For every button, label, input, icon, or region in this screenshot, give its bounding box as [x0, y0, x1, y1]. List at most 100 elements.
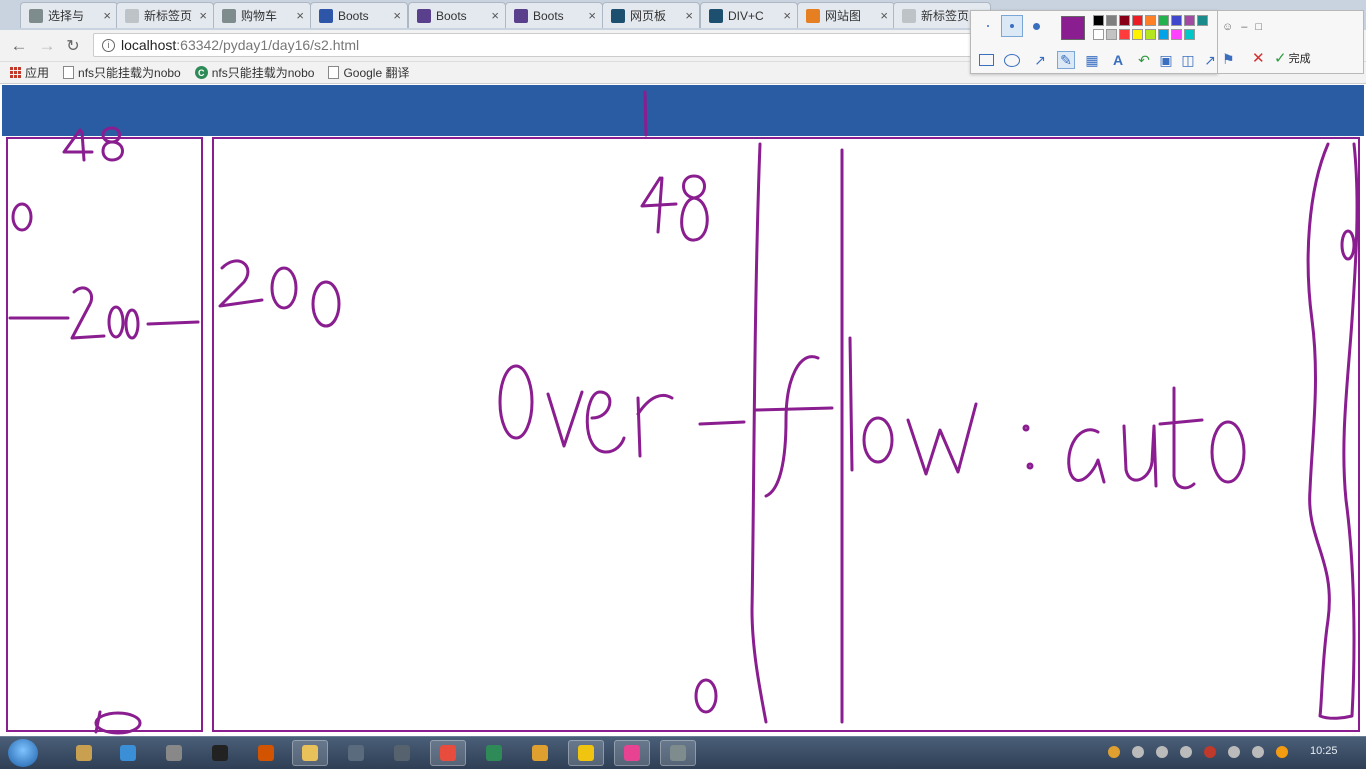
pen-tool-icon[interactable]: ✎: [1057, 51, 1075, 69]
pen-size-medium[interactable]: [1001, 15, 1023, 37]
color-swatch[interactable]: [1119, 29, 1130, 40]
taskbar-app[interactable]: [522, 740, 558, 766]
tray-keyboard-icon[interactable]: [1132, 746, 1144, 758]
undo-icon[interactable]: ↶: [1135, 51, 1153, 69]
network-icon[interactable]: [1252, 746, 1264, 758]
taskbar-app[interactable]: [430, 740, 466, 766]
bookmark-nfs-2[interactable]: C nfs只能挂载为nobo: [194, 64, 315, 81]
tab-title: 新标签页: [921, 9, 970, 23]
color-swatch[interactable]: [1171, 15, 1182, 26]
color-swatch[interactable]: [1132, 15, 1143, 26]
color-swatch[interactable]: [1158, 15, 1169, 26]
tray-flag-icon[interactable]: [1276, 746, 1288, 758]
volume-icon[interactable]: [1228, 746, 1240, 758]
tab-close-icon[interactable]: ×: [588, 8, 596, 23]
green-c-icon: C: [194, 66, 208, 79]
tab-close-icon[interactable]: ×: [393, 8, 401, 23]
browser-tab[interactable]: Boots ×: [408, 2, 506, 28]
pin-icon[interactable]: ⚑: [1222, 51, 1235, 68]
color-swatch[interactable]: [1132, 29, 1143, 40]
tab-close-icon[interactable]: ×: [199, 8, 207, 23]
save-icon[interactable]: ▣: [1157, 51, 1175, 69]
color-swatch[interactable]: [1171, 29, 1182, 40]
color-swatch[interactable]: [1184, 15, 1195, 26]
tab-title: 新标签页: [144, 9, 193, 23]
color-swatch[interactable]: [1106, 29, 1117, 40]
arrow-tool-icon[interactable]: ↗: [1031, 51, 1049, 69]
tab-close-icon[interactable]: ×: [783, 8, 791, 23]
color-swatch[interactable]: [1145, 15, 1156, 26]
taskbar-app[interactable]: [568, 740, 604, 766]
done-button[interactable]: ✓ 完成: [1274, 49, 1311, 67]
tray-lock-icon[interactable]: [1156, 746, 1168, 758]
bookmark-nfs-1[interactable]: nfs只能挂载为nobo: [63, 64, 181, 81]
ellipse-tool-icon[interactable]: [1003, 51, 1021, 69]
right-content-panel: [212, 137, 1360, 732]
tab-close-icon[interactable]: ×: [685, 8, 693, 23]
tab-title: 网页板: [630, 9, 667, 23]
settings-icon: [166, 745, 182, 761]
paw-icon: [319, 8, 333, 23]
cancel-x-icon[interactable]: ✕: [1252, 49, 1265, 67]
ide-icon: [611, 8, 625, 23]
browser-tab[interactable]: 网站图 ×: [797, 2, 895, 28]
start-button[interactable]: [8, 739, 38, 767]
taskbar-app[interactable]: [476, 740, 512, 766]
maximize-icon[interactable]: □: [1255, 21, 1262, 33]
minimize-icon[interactable]: –: [1241, 21, 1247, 33]
browser-tab[interactable]: Boots ×: [505, 2, 603, 28]
tab-close-icon[interactable]: ×: [296, 8, 304, 23]
text-tool-icon[interactable]: A: [1109, 51, 1127, 69]
bookmark-google-translate[interactable]: Google 翻译: [328, 64, 409, 81]
mosaic-tool-icon[interactable]: ▦: [1083, 51, 1101, 69]
share-icon[interactable]: ↗: [1201, 51, 1219, 69]
taskbar-app[interactable]: [660, 740, 696, 766]
browser-tab[interactable]: 购物车 ×: [213, 2, 311, 28]
taskbar-app[interactable]: [292, 740, 328, 766]
copy-icon[interactable]: ◫: [1179, 51, 1197, 69]
clock[interactable]: 10:25: [1310, 745, 1338, 757]
pen-size-large[interactable]: [1025, 15, 1047, 37]
pen-size-small[interactable]: [977, 15, 999, 37]
annotation-toolbar: ↗ ✎ ▦ A ↶ ▣ ◫ ↗: [970, 10, 1218, 74]
current-color-swatch[interactable]: [1061, 16, 1085, 40]
taskbar-app[interactable]: [110, 740, 146, 766]
color-swatch[interactable]: [1184, 29, 1195, 40]
taskbar-app[interactable]: [338, 740, 374, 766]
back-button[interactable]: ←: [8, 35, 30, 57]
apps-grid-icon: [10, 67, 21, 78]
tray-app-icon[interactable]: [1108, 746, 1120, 758]
color-swatch[interactable]: [1145, 29, 1156, 40]
reload-button[interactable]: ↻: [62, 35, 84, 57]
tray-antivirus-icon[interactable]: [1204, 746, 1216, 758]
tab-close-icon[interactable]: ×: [491, 8, 499, 23]
color-swatch[interactable]: [1106, 15, 1117, 26]
browser-tab[interactable]: 新标签页 ×: [116, 2, 214, 28]
forward-button[interactable]: →: [36, 35, 58, 57]
browser-tab[interactable]: DIV+C ×: [700, 2, 798, 28]
bootstrap-b-icon: [417, 8, 431, 23]
user-icon[interactable]: ☺: [1222, 21, 1233, 33]
bookmark-apps[interactable]: 应用: [10, 64, 49, 81]
color-swatch[interactable]: [1093, 29, 1104, 40]
taskbar-app[interactable]: [248, 740, 284, 766]
tray-tool-icon[interactable]: [1180, 746, 1192, 758]
taskbar-app[interactable]: [614, 740, 650, 766]
browser-tab[interactable]: 选择与 ×: [20, 2, 118, 28]
rectangle-tool-icon[interactable]: [977, 51, 995, 69]
bookmark-label: nfs只能挂载为nobo: [211, 66, 315, 80]
taskbar-app[interactable]: [66, 740, 102, 766]
taskbar-app[interactable]: [156, 740, 192, 766]
browser-tab[interactable]: 网页板 ×: [602, 2, 700, 28]
browser-tab[interactable]: Boots ×: [310, 2, 408, 28]
color-swatch[interactable]: [1197, 15, 1208, 26]
tab-close-icon[interactable]: ×: [103, 8, 111, 23]
color-swatch[interactable]: [1119, 15, 1130, 26]
tab-close-icon[interactable]: ×: [880, 8, 888, 23]
taskbar-app[interactable]: [202, 740, 238, 766]
bookmark-label: nfs只能挂载为nobo: [78, 66, 181, 80]
taskbar-app[interactable]: [384, 740, 420, 766]
info-icon[interactable]: i: [102, 38, 115, 52]
color-swatch[interactable]: [1158, 29, 1169, 40]
color-swatch[interactable]: [1093, 15, 1104, 26]
